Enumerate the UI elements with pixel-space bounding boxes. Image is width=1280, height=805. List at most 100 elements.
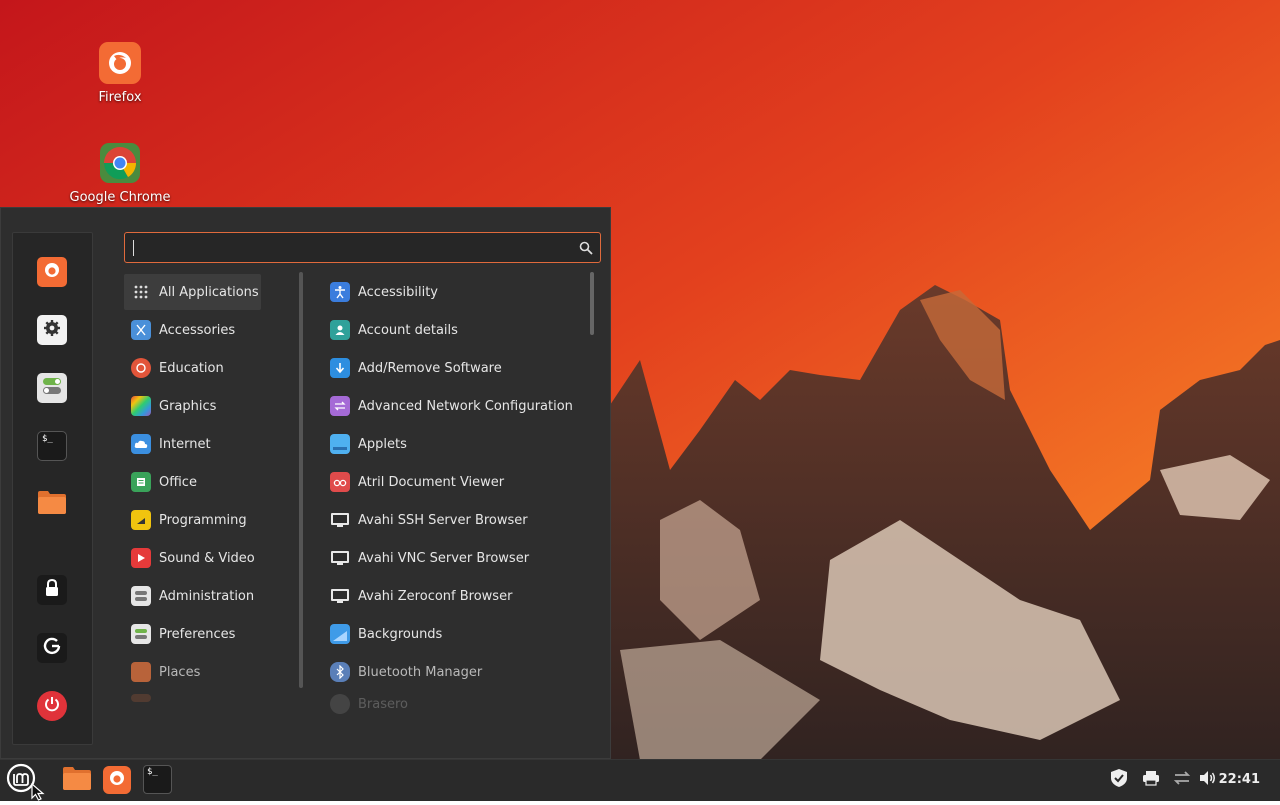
search-icon (579, 240, 593, 259)
category-preferences[interactable]: Preferences (124, 616, 235, 652)
category-accessories[interactable]: Accessories (124, 312, 235, 348)
app-avahi-zeroconf-browser[interactable]: Avahi Zeroconf Browser (323, 578, 512, 614)
app-label: Avahi VNC Server Browser (358, 550, 530, 566)
grid-icon (131, 282, 151, 302)
firefox-icon (99, 42, 141, 84)
app-label: Bluetooth Manager (358, 664, 483, 680)
firefox-icon (42, 260, 62, 284)
app-add-remove-software[interactable]: Add/Remove Software (323, 350, 502, 386)
folder-icon (131, 694, 151, 702)
app-label: Accessibility (358, 284, 438, 300)
applications-scrollbar[interactable] (590, 272, 594, 335)
category-office[interactable]: Office (124, 464, 197, 500)
printer-icon (1142, 770, 1160, 790)
favorite-files[interactable] (37, 489, 67, 519)
mouse-pointer (31, 782, 47, 805)
app-label: Brasero (358, 696, 409, 712)
category-label: Education (159, 360, 224, 376)
app-label: Advanced Network Configuration (358, 398, 573, 414)
category-places[interactable]: Places (124, 654, 200, 690)
category-label: Sound & Video (159, 550, 255, 566)
folder-icon (62, 765, 92, 795)
terminal-icon: $_ (147, 767, 158, 777)
search-input[interactable] (124, 232, 601, 263)
scissors-icon (131, 320, 151, 340)
category-programming[interactable]: Programming (124, 502, 247, 538)
volume-icon (1199, 770, 1217, 790)
desktop-icon-label: Google Chrome (69, 190, 171, 205)
category-all-applications[interactable]: All Applications (124, 274, 261, 310)
category-education[interactable]: Education (124, 350, 224, 386)
app-atril-document-viewer[interactable]: Atril Document Viewer (323, 464, 504, 500)
network-icon (1173, 770, 1191, 790)
lock-icon (43, 578, 61, 602)
app-brasero[interactable]: Brasero (323, 692, 408, 716)
category-internet[interactable]: Internet (124, 426, 211, 462)
monitor-icon (330, 510, 350, 530)
document-viewer-icon (330, 472, 350, 492)
category-administration[interactable]: Administration (124, 578, 254, 614)
app-label: Backgrounds (358, 626, 443, 642)
favorite-lock-screen[interactable] (37, 575, 67, 605)
shield-icon (1110, 768, 1128, 792)
monitor-icon (330, 586, 350, 606)
category-label: All Applications (159, 284, 259, 300)
network-icon (330, 396, 350, 416)
play-icon (131, 548, 151, 568)
app-account-details[interactable]: Account details (323, 312, 458, 348)
folder-icon (37, 489, 67, 519)
tray-update-manager[interactable] (1104, 765, 1134, 795)
favorite-log-out[interactable] (37, 633, 67, 663)
category-sound-video[interactable]: Sound & Video (124, 540, 255, 576)
chrome-icon (99, 142, 141, 184)
accessibility-icon (330, 282, 350, 302)
administration-icon (131, 586, 151, 606)
favorite-shutdown[interactable] (37, 691, 67, 721)
graphics-icon (131, 396, 151, 416)
app-applets[interactable]: Applets (323, 426, 407, 462)
app-label: Applets (358, 436, 407, 452)
category-graphics[interactable]: Graphics (124, 388, 216, 424)
firefox-icon (107, 768, 127, 792)
logout-icon (42, 636, 62, 660)
taskbar: $_ 22:41 (0, 759, 1280, 801)
category-label: Preferences (159, 626, 236, 642)
clock[interactable]: 22:41 (1219, 772, 1260, 787)
category-label: Administration (159, 588, 255, 604)
app-label: Add/Remove Software (358, 360, 502, 376)
app-backgrounds[interactable]: Backgrounds (323, 616, 442, 652)
app-label: Avahi Zeroconf Browser (358, 588, 513, 604)
app-bluetooth-manager[interactable]: Bluetooth Manager (323, 654, 482, 690)
settings-icon (42, 318, 62, 342)
monitor-icon (330, 548, 350, 568)
search-field[interactable] (125, 233, 565, 262)
tray-printers[interactable] (1136, 765, 1166, 795)
categories-scrollbar[interactable] (299, 272, 303, 688)
app-accessibility[interactable]: Accessibility (323, 274, 438, 310)
app-avahi-vnc-server-browser[interactable]: Avahi VNC Server Browser (323, 540, 529, 576)
launcher-firefox[interactable] (103, 766, 131, 794)
user-icon (330, 320, 350, 340)
categories-list: All Applications Accessories Education G… (124, 272, 299, 702)
application-menu: $_ All Applications Accessories Educatio… (0, 207, 611, 759)
favorite-system-settings[interactable] (37, 315, 67, 345)
category-label: Places (159, 664, 201, 680)
applets-icon (330, 434, 350, 454)
favorite-control-center[interactable] (37, 373, 67, 403)
favorite-terminal[interactable]: $_ (37, 431, 67, 461)
category-label: Office (159, 474, 197, 490)
app-avahi-ssh-server-browser[interactable]: Avahi SSH Server Browser (323, 502, 528, 538)
app-label: Account details (358, 322, 458, 338)
desktop-icon-firefox[interactable]: Firefox (65, 42, 175, 105)
desktop-icon-google-chrome[interactable]: Google Chrome (65, 142, 175, 205)
applications-list: Accessibility Account details Add/Remove… (323, 272, 588, 722)
favorites-bar: $_ (12, 232, 93, 745)
launcher-terminal[interactable]: $_ (143, 765, 172, 794)
programming-icon (131, 510, 151, 530)
app-advanced-network-configuration[interactable]: Advanced Network Configuration (323, 388, 573, 424)
terminal-icon: $_ (42, 434, 53, 444)
office-icon (131, 472, 151, 492)
bluetooth-icon (330, 662, 350, 682)
launcher-files[interactable] (62, 765, 92, 795)
favorite-firefox[interactable] (37, 257, 67, 287)
